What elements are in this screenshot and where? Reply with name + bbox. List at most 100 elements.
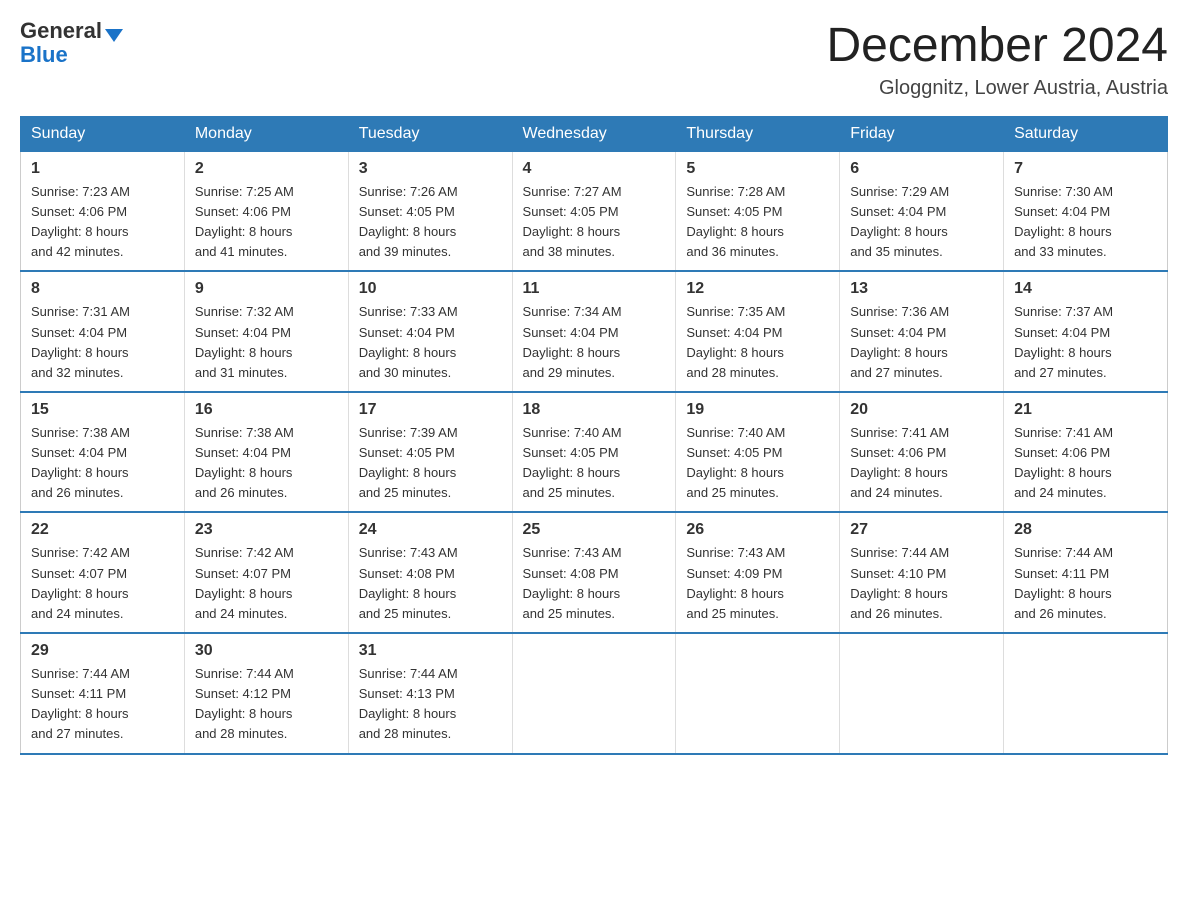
- day-number: 9: [195, 280, 338, 298]
- table-row: 18 Sunrise: 7:40 AMSunset: 4:05 PMDaylig…: [512, 392, 676, 513]
- day-info: Sunrise: 7:37 AMSunset: 4:04 PMDaylight:…: [1014, 304, 1113, 379]
- day-info: Sunrise: 7:43 AMSunset: 4:08 PMDaylight:…: [523, 545, 622, 620]
- day-number: 1: [31, 160, 174, 178]
- table-row: 16 Sunrise: 7:38 AMSunset: 4:04 PMDaylig…: [184, 392, 348, 513]
- day-info: Sunrise: 7:39 AMSunset: 4:05 PMDaylight:…: [359, 425, 458, 500]
- day-info: Sunrise: 7:44 AMSunset: 4:11 PMDaylight:…: [31, 666, 130, 741]
- day-number: 11: [523, 280, 666, 298]
- day-number: 21: [1014, 401, 1157, 419]
- table-row: 4 Sunrise: 7:27 AMSunset: 4:05 PMDayligh…: [512, 151, 676, 271]
- day-info: Sunrise: 7:36 AMSunset: 4:04 PMDaylight:…: [850, 304, 949, 379]
- logo-blue-text: Blue: [20, 44, 68, 66]
- table-row: [512, 633, 676, 754]
- page-header: General Blue December 2024 Gloggnitz, Lo…: [20, 20, 1168, 100]
- table-row: [1004, 633, 1168, 754]
- table-row: 24 Sunrise: 7:43 AMSunset: 4:08 PMDaylig…: [348, 512, 512, 633]
- day-number: 23: [195, 521, 338, 539]
- day-number: 19: [686, 401, 829, 419]
- logo-triangle-icon: [105, 29, 123, 42]
- day-number: 13: [850, 280, 993, 298]
- day-info: Sunrise: 7:25 AMSunset: 4:06 PMDaylight:…: [195, 184, 294, 259]
- day-number: 31: [359, 642, 502, 660]
- table-row: 14 Sunrise: 7:37 AMSunset: 4:04 PMDaylig…: [1004, 271, 1168, 392]
- day-number: 6: [850, 160, 993, 178]
- table-row: 5 Sunrise: 7:28 AMSunset: 4:05 PMDayligh…: [676, 151, 840, 271]
- day-number: 4: [523, 160, 666, 178]
- table-row: 11 Sunrise: 7:34 AMSunset: 4:04 PMDaylig…: [512, 271, 676, 392]
- day-number: 5: [686, 160, 829, 178]
- day-info: Sunrise: 7:40 AMSunset: 4:05 PMDaylight:…: [686, 425, 785, 500]
- table-row: 28 Sunrise: 7:44 AMSunset: 4:11 PMDaylig…: [1004, 512, 1168, 633]
- day-number: 20: [850, 401, 993, 419]
- day-number: 22: [31, 521, 174, 539]
- header-sunday: Sunday: [21, 116, 185, 151]
- table-row: 8 Sunrise: 7:31 AMSunset: 4:04 PMDayligh…: [21, 271, 185, 392]
- day-info: Sunrise: 7:44 AMSunset: 4:13 PMDaylight:…: [359, 666, 458, 741]
- day-info: Sunrise: 7:44 AMSunset: 4:10 PMDaylight:…: [850, 545, 949, 620]
- day-info: Sunrise: 7:31 AMSunset: 4:04 PMDaylight:…: [31, 304, 130, 379]
- day-info: Sunrise: 7:42 AMSunset: 4:07 PMDaylight:…: [31, 545, 130, 620]
- day-number: 8: [31, 280, 174, 298]
- day-number: 2: [195, 160, 338, 178]
- day-number: 7: [1014, 160, 1157, 178]
- header-monday: Monday: [184, 116, 348, 151]
- calendar-week-row: 8 Sunrise: 7:31 AMSunset: 4:04 PMDayligh…: [21, 271, 1168, 392]
- day-info: Sunrise: 7:26 AMSunset: 4:05 PMDaylight:…: [359, 184, 458, 259]
- day-number: 18: [523, 401, 666, 419]
- day-info: Sunrise: 7:43 AMSunset: 4:09 PMDaylight:…: [686, 545, 785, 620]
- day-number: 27: [850, 521, 993, 539]
- table-row: 29 Sunrise: 7:44 AMSunset: 4:11 PMDaylig…: [21, 633, 185, 754]
- day-number: 25: [523, 521, 666, 539]
- header-saturday: Saturday: [1004, 116, 1168, 151]
- day-info: Sunrise: 7:34 AMSunset: 4:04 PMDaylight:…: [523, 304, 622, 379]
- day-number: 10: [359, 280, 502, 298]
- header-friday: Friday: [840, 116, 1004, 151]
- day-number: 16: [195, 401, 338, 419]
- day-info: Sunrise: 7:43 AMSunset: 4:08 PMDaylight:…: [359, 545, 458, 620]
- day-info: Sunrise: 7:27 AMSunset: 4:05 PMDaylight:…: [523, 184, 622, 259]
- calendar-week-row: 29 Sunrise: 7:44 AMSunset: 4:11 PMDaylig…: [21, 633, 1168, 754]
- month-year-title: December 2024: [826, 20, 1168, 73]
- table-row: 2 Sunrise: 7:25 AMSunset: 4:06 PMDayligh…: [184, 151, 348, 271]
- day-info: Sunrise: 7:44 AMSunset: 4:12 PMDaylight:…: [195, 666, 294, 741]
- day-info: Sunrise: 7:41 AMSunset: 4:06 PMDaylight:…: [1014, 425, 1113, 500]
- header-wednesday: Wednesday: [512, 116, 676, 151]
- day-number: 28: [1014, 521, 1157, 539]
- day-number: 15: [31, 401, 174, 419]
- logo: General Blue: [20, 20, 123, 66]
- table-row: 30 Sunrise: 7:44 AMSunset: 4:12 PMDaylig…: [184, 633, 348, 754]
- day-info: Sunrise: 7:23 AMSunset: 4:06 PMDaylight:…: [31, 184, 130, 259]
- day-info: Sunrise: 7:38 AMSunset: 4:04 PMDaylight:…: [195, 425, 294, 500]
- day-info: Sunrise: 7:42 AMSunset: 4:07 PMDaylight:…: [195, 545, 294, 620]
- table-row: 26 Sunrise: 7:43 AMSunset: 4:09 PMDaylig…: [676, 512, 840, 633]
- table-row: 20 Sunrise: 7:41 AMSunset: 4:06 PMDaylig…: [840, 392, 1004, 513]
- logo-general-text: General: [20, 20, 102, 42]
- day-number: 14: [1014, 280, 1157, 298]
- day-info: Sunrise: 7:41 AMSunset: 4:06 PMDaylight:…: [850, 425, 949, 500]
- table-row: [676, 633, 840, 754]
- table-row: 10 Sunrise: 7:33 AMSunset: 4:04 PMDaylig…: [348, 271, 512, 392]
- table-row: 17 Sunrise: 7:39 AMSunset: 4:05 PMDaylig…: [348, 392, 512, 513]
- location-subtitle: Gloggnitz, Lower Austria, Austria: [826, 77, 1168, 100]
- day-info: Sunrise: 7:32 AMSunset: 4:04 PMDaylight:…: [195, 304, 294, 379]
- table-row: 22 Sunrise: 7:42 AMSunset: 4:07 PMDaylig…: [21, 512, 185, 633]
- table-row: 23 Sunrise: 7:42 AMSunset: 4:07 PMDaylig…: [184, 512, 348, 633]
- table-row: 31 Sunrise: 7:44 AMSunset: 4:13 PMDaylig…: [348, 633, 512, 754]
- day-info: Sunrise: 7:28 AMSunset: 4:05 PMDaylight:…: [686, 184, 785, 259]
- calendar-week-row: 15 Sunrise: 7:38 AMSunset: 4:04 PMDaylig…: [21, 392, 1168, 513]
- table-row: 6 Sunrise: 7:29 AMSunset: 4:04 PMDayligh…: [840, 151, 1004, 271]
- day-number: 29: [31, 642, 174, 660]
- header-tuesday: Tuesday: [348, 116, 512, 151]
- day-info: Sunrise: 7:33 AMSunset: 4:04 PMDaylight:…: [359, 304, 458, 379]
- day-info: Sunrise: 7:35 AMSunset: 4:04 PMDaylight:…: [686, 304, 785, 379]
- header-thursday: Thursday: [676, 116, 840, 151]
- day-info: Sunrise: 7:44 AMSunset: 4:11 PMDaylight:…: [1014, 545, 1113, 620]
- day-info: Sunrise: 7:30 AMSunset: 4:04 PMDaylight:…: [1014, 184, 1113, 259]
- table-row: [840, 633, 1004, 754]
- table-row: 12 Sunrise: 7:35 AMSunset: 4:04 PMDaylig…: [676, 271, 840, 392]
- day-number: 17: [359, 401, 502, 419]
- calendar-week-row: 22 Sunrise: 7:42 AMSunset: 4:07 PMDaylig…: [21, 512, 1168, 633]
- title-area: December 2024 Gloggnitz, Lower Austria, …: [826, 20, 1168, 100]
- day-number: 24: [359, 521, 502, 539]
- table-row: 3 Sunrise: 7:26 AMSunset: 4:05 PMDayligh…: [348, 151, 512, 271]
